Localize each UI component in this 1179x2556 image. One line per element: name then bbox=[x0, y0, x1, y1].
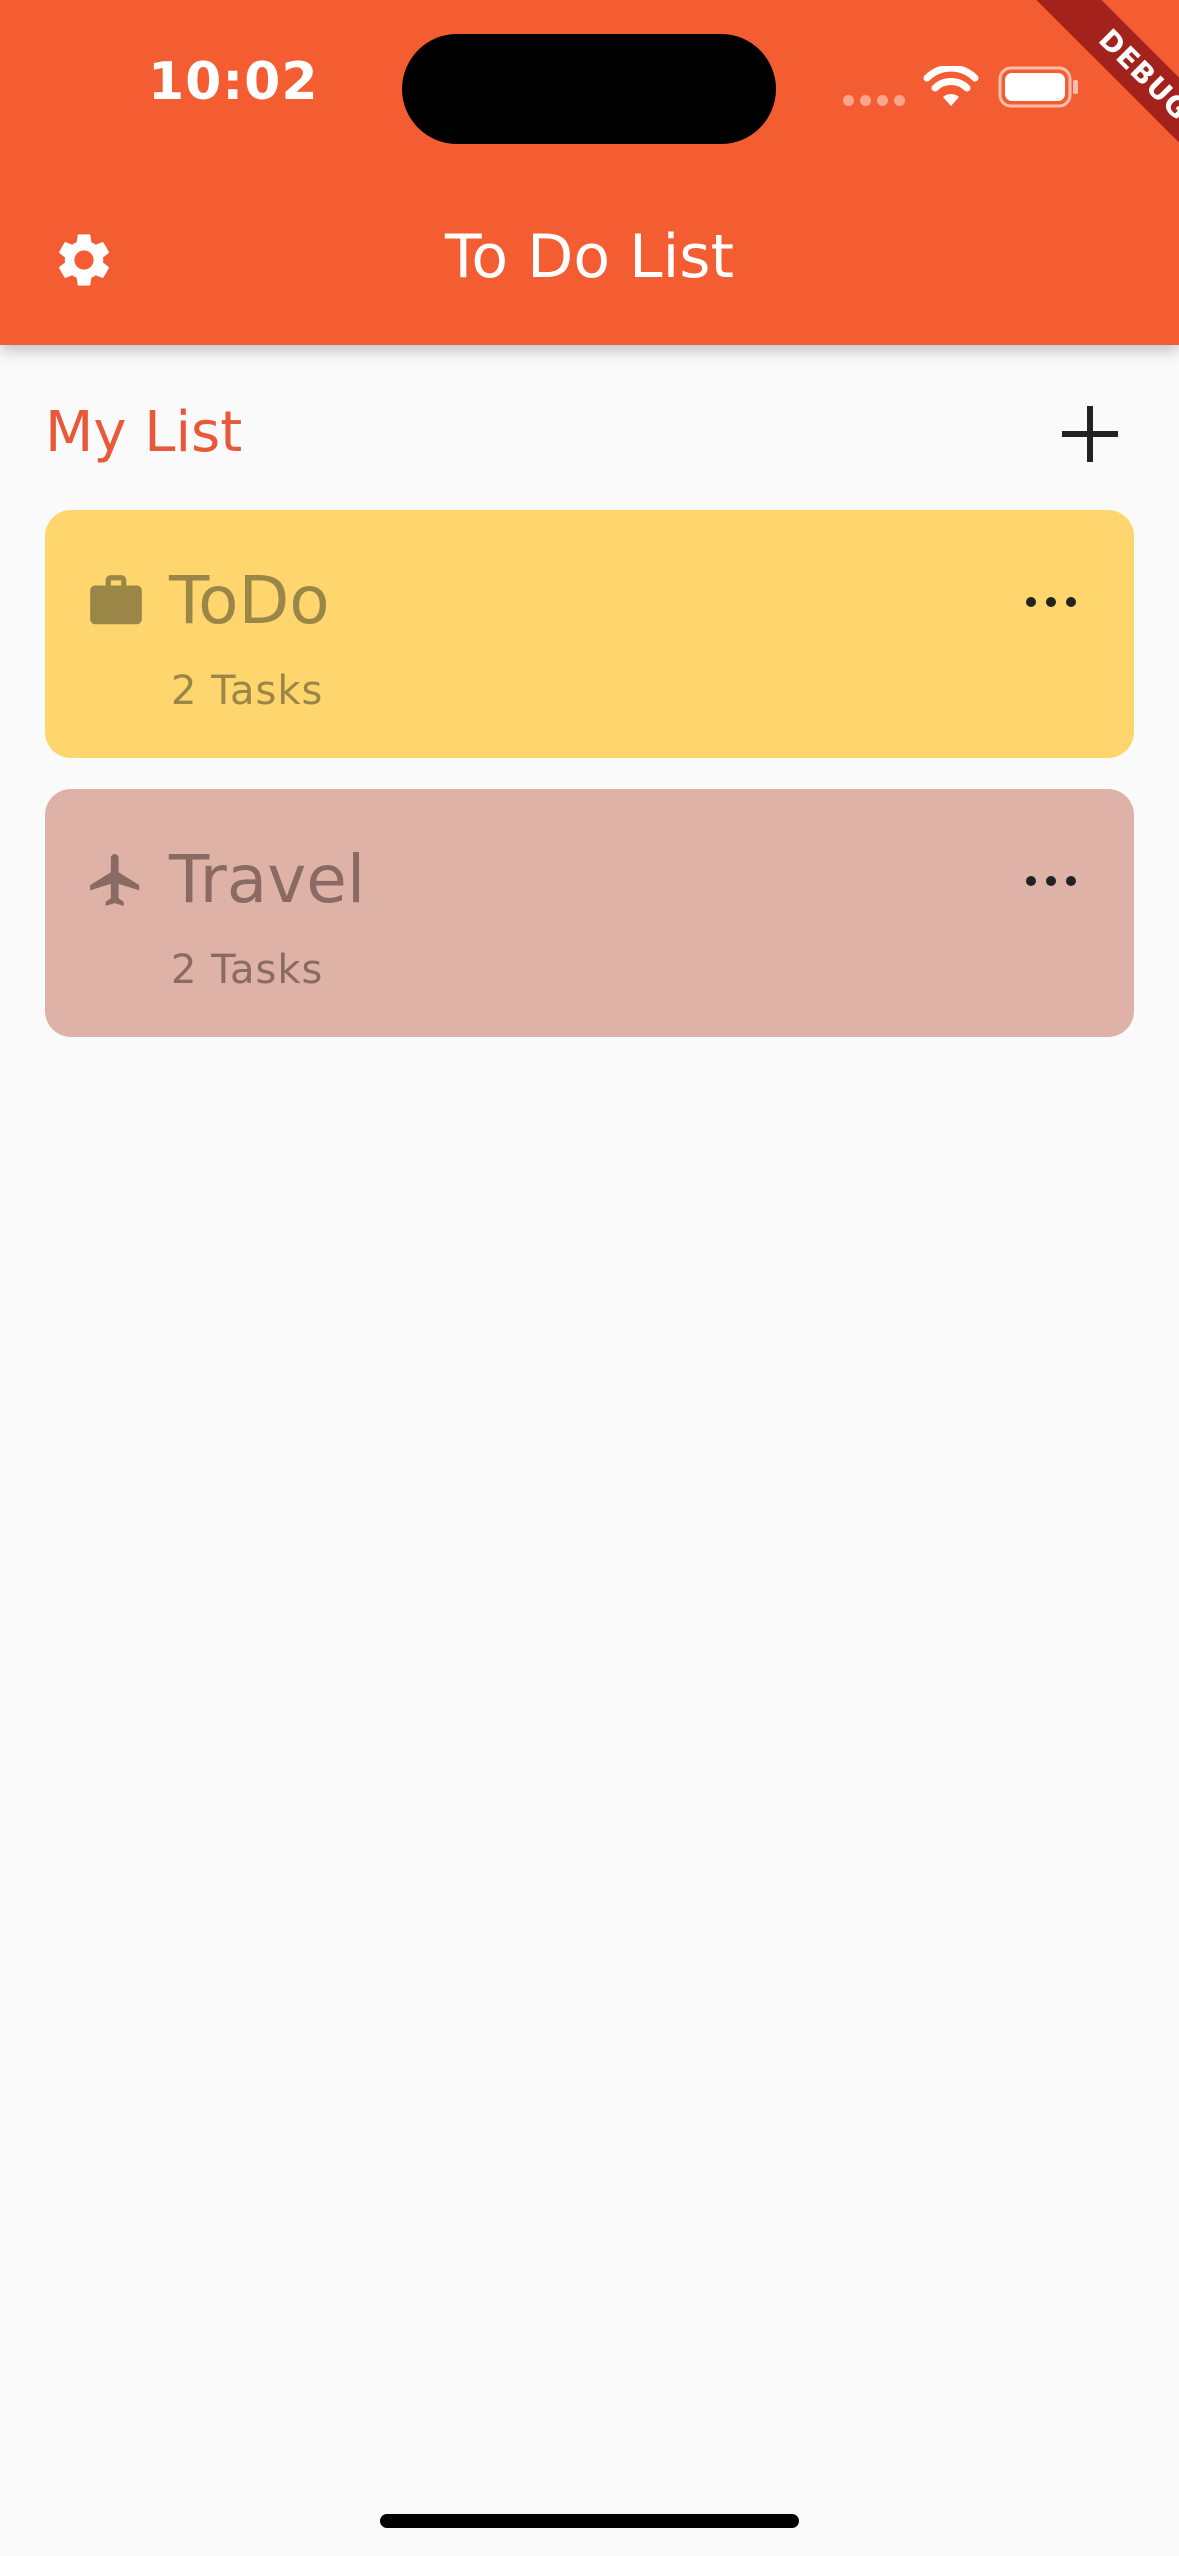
home-indicator[interactable] bbox=[380, 2514, 799, 2528]
battery-icon bbox=[998, 66, 1078, 108]
task-count: 2 Tasks bbox=[171, 668, 324, 714]
list-card-todo[interactable]: ToDo 2 Tasks bbox=[45, 510, 1134, 758]
app-bar: 10:02 To Do List bbox=[0, 0, 1179, 345]
airplane-icon bbox=[90, 854, 140, 906]
more-horizontal-icon[interactable] bbox=[1022, 588, 1080, 616]
dynamic-island bbox=[402, 34, 776, 144]
page-title: To Do List bbox=[444, 222, 735, 292]
wifi-icon bbox=[923, 66, 979, 106]
more-horizontal-icon[interactable] bbox=[1022, 867, 1080, 895]
cellular-signal-icon bbox=[843, 95, 905, 106]
screen: 10:02 To Do List DEBUG My List ToDo 2 Ta… bbox=[0, 0, 1179, 2556]
list-card-travel[interactable]: Travel 2 Tasks bbox=[45, 789, 1134, 1037]
plus-icon[interactable] bbox=[1058, 402, 1122, 466]
status-time: 10:02 bbox=[148, 52, 319, 112]
task-count: 2 Tasks bbox=[171, 947, 324, 993]
list-title: Travel bbox=[169, 841, 366, 918]
list-title: ToDo bbox=[169, 562, 330, 639]
section-title: My List bbox=[45, 400, 243, 465]
briefcase-icon bbox=[90, 575, 142, 625]
